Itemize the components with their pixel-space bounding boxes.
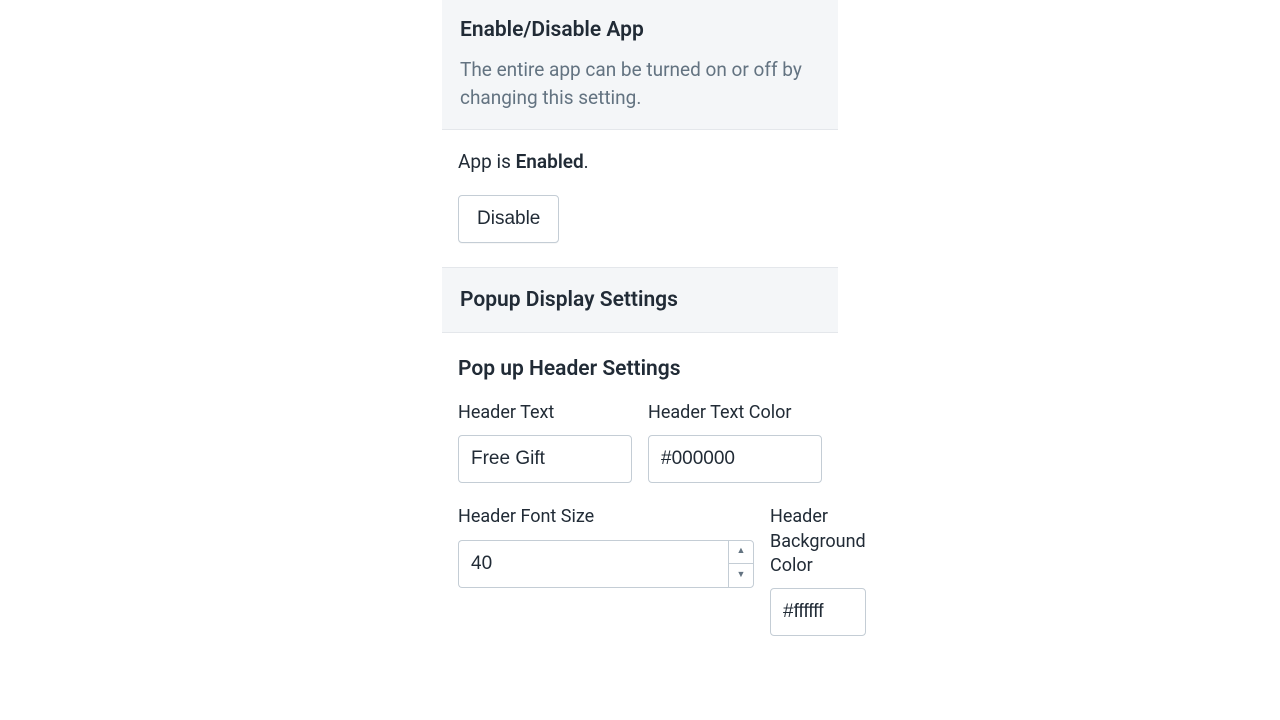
app-status-value: Enabled [516, 150, 584, 173]
header-text-color-input[interactable] [648, 435, 822, 483]
app-status-prefix: App is [458, 150, 516, 173]
header-font-size-wrap: ▲ ▼ [458, 540, 754, 588]
popup-display-title: Popup Display Settings [460, 288, 820, 312]
settings-container: Enable/Disable App The entire app can be… [442, 0, 838, 636]
popup-header-settings-title: Pop up Header Settings [458, 357, 822, 381]
header-bg-color-group: Header Background Color [770, 505, 866, 636]
chevron-down-icon: ▼ [737, 571, 746, 580]
app-status-suffix: . [584, 150, 589, 173]
header-font-size-label: Header Font Size [458, 505, 754, 529]
font-size-spinner: ▲ ▼ [728, 540, 754, 588]
header-font-size-group: Header Font Size ▲ ▼ [458, 505, 754, 636]
popup-display-body: Pop up Header Settings Header Text Heade… [442, 357, 838, 636]
font-size-increment[interactable]: ▲ [729, 541, 753, 565]
enable-disable-title: Enable/Disable App [460, 18, 820, 42]
popup-display-header: Popup Display Settings [442, 268, 838, 333]
form-row-1: Header Text Header Text Color [442, 401, 838, 483]
disable-button[interactable]: Disable [458, 195, 559, 243]
header-text-color-group: Header Text Color [648, 401, 822, 483]
header-text-color-label: Header Text Color [648, 401, 822, 425]
header-text-group: Header Text [458, 401, 632, 483]
app-status-line: App is Enabled. [458, 150, 822, 173]
enable-disable-body: App is Enabled. Disable [442, 130, 838, 268]
enable-disable-header: Enable/Disable App The entire app can be… [442, 0, 838, 130]
header-bg-color-label: Header Background Color [770, 505, 866, 578]
header-font-size-input[interactable] [458, 540, 728, 588]
enable-disable-description: The entire app can be turned on or off b… [460, 56, 820, 111]
header-text-input[interactable] [458, 435, 632, 483]
form-row-2: Header Font Size ▲ ▼ Header Background C… [442, 505, 838, 636]
header-bg-color-input[interactable] [770, 588, 866, 636]
font-size-decrement[interactable]: ▼ [729, 564, 753, 587]
header-text-label: Header Text [458, 401, 632, 425]
chevron-up-icon: ▲ [737, 547, 746, 556]
